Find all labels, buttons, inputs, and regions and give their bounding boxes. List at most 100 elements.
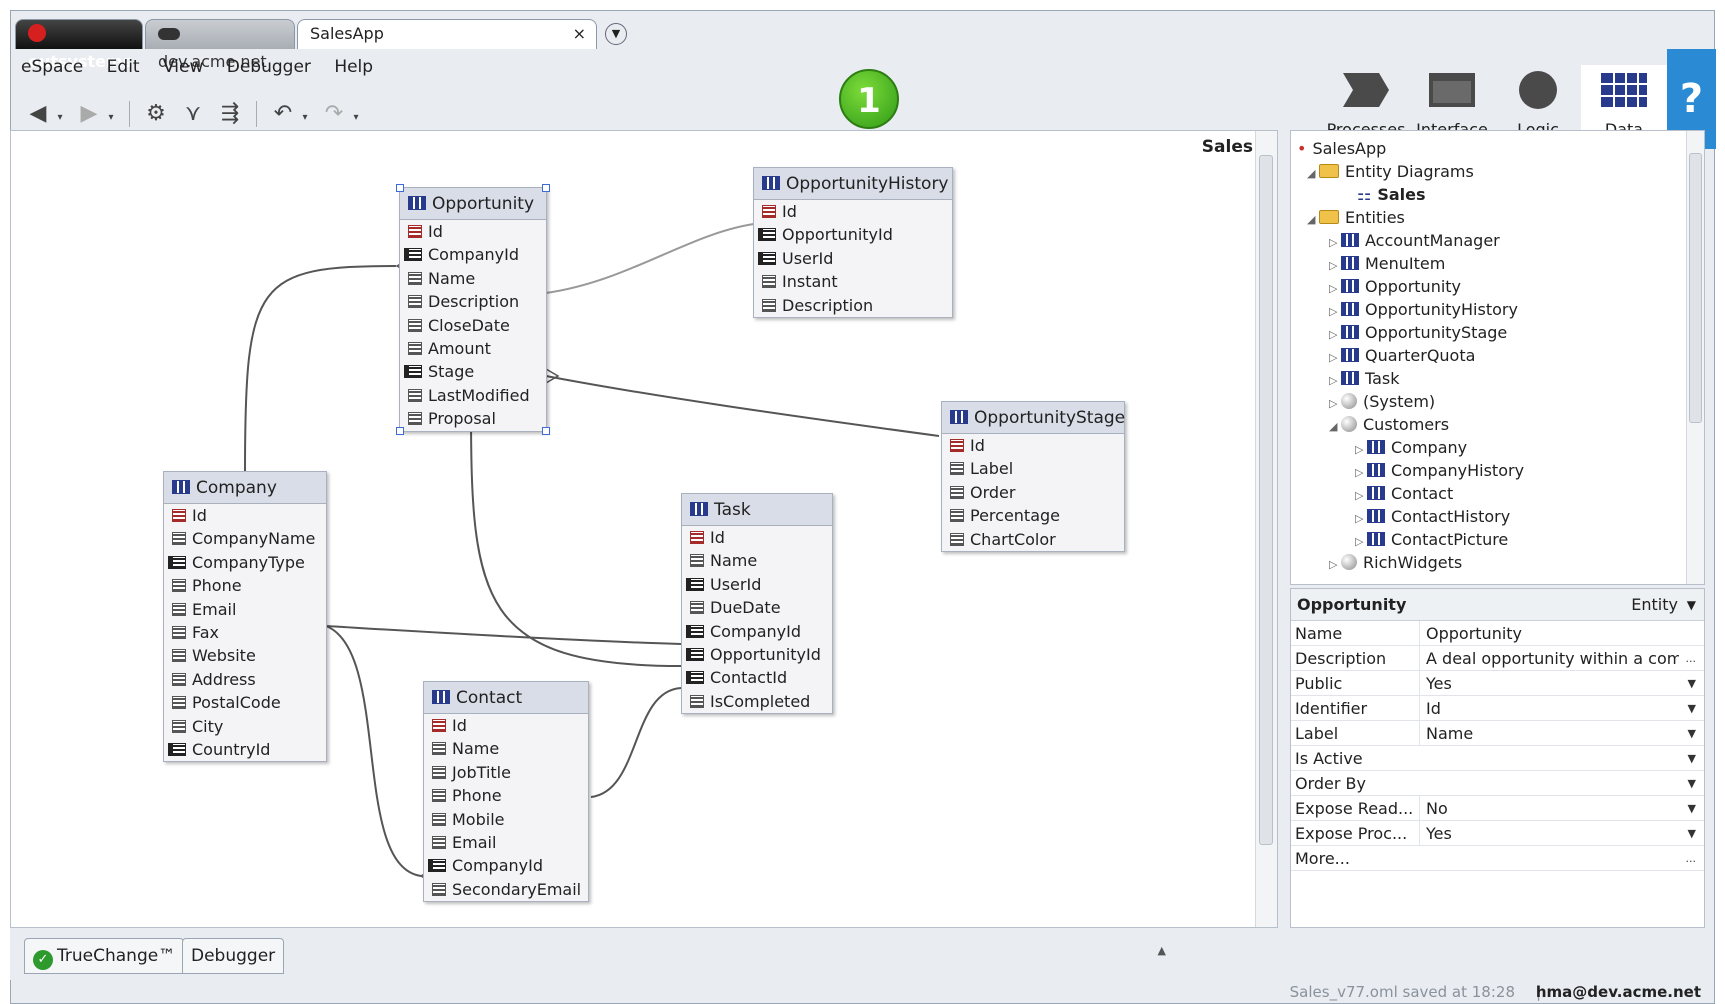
publish-badge[interactable]: 1 (839, 69, 899, 129)
property-row[interactable]: More...... (1291, 846, 1704, 871)
tab-salesapp[interactable]: SalesApp × (297, 19, 597, 49)
entity-company[interactable]: Company Id CompanyName CompanyType Phone… (163, 471, 327, 763)
attribute[interactable]: CompanyId (424, 854, 588, 877)
menu-espace[interactable]: eSpace (21, 57, 83, 77)
attribute[interactable]: Id (164, 504, 326, 527)
selection-handle[interactable] (542, 184, 550, 192)
tree-item-richwidgets[interactable]: ▷ RichWidgets (1329, 553, 1462, 572)
attribute[interactable]: Order (942, 481, 1124, 504)
ellipsis-icon[interactable]: ... (1686, 846, 1697, 871)
collapsed-arrow-icon[interactable]: ▷ (1355, 489, 1367, 502)
undo-dropdown-icon[interactable]: ▾ (298, 103, 312, 133)
entity-diagram-canvas[interactable]: Sales Opportunity Id CompanyId Name Desc… (10, 130, 1278, 928)
elements-tree[interactable]: • SalesApp ◢ Entity Diagrams ⚏ Sales ◢ Entit… (1290, 130, 1705, 585)
attribute[interactable]: CompanyName (164, 527, 326, 550)
attribute[interactable]: Name (424, 737, 588, 760)
back-dropdown-icon[interactable]: ▾ (53, 103, 67, 133)
menu-edit[interactable]: Edit (107, 57, 140, 77)
attribute[interactable]: CompanyId (682, 620, 832, 643)
attribute[interactable]: Proposal (400, 407, 546, 430)
collapsed-arrow-icon[interactable]: ▷ (1329, 351, 1341, 364)
collapsed-arrow-icon[interactable]: ▷ (1329, 282, 1341, 295)
property-row[interactable]: Expose Proc... Yes ▼ (1291, 821, 1704, 846)
property-row[interactable]: Description A deal opportunity within a c… (1291, 646, 1704, 671)
gear-icon[interactable]: ⚙ (141, 99, 171, 129)
tree-item-entity[interactable]: ▷ OpportunityHistory (1329, 300, 1518, 319)
attribute[interactable]: Stage (400, 360, 546, 383)
chevron-down-icon[interactable]: ▼ (1688, 796, 1696, 821)
attribute[interactable]: ChartColor (942, 528, 1124, 551)
tree-item-entity-diagrams[interactable]: ◢ Entity Diagrams (1307, 162, 1474, 181)
tab-outsystems[interactable]: outsystems (15, 19, 143, 71)
collapsed-arrow-icon[interactable]: ▷ (1329, 236, 1341, 249)
compare-merge-icon[interactable]: ⋎ (178, 99, 208, 129)
attribute[interactable]: Percentage (942, 504, 1124, 527)
publish-icon[interactable]: ⇶ (215, 99, 245, 129)
attribute[interactable]: Description (400, 290, 546, 313)
attribute[interactable]: PostalCode (164, 691, 326, 714)
chevron-down-icon[interactable]: ▼ (1688, 696, 1696, 721)
attribute[interactable]: Description (754, 294, 952, 317)
forward-icon[interactable]: ▶ (74, 99, 104, 129)
attribute[interactable]: Phone (164, 574, 326, 597)
tab-debugger[interactable]: Debugger (182, 938, 285, 974)
tree-item-entity[interactable]: ▷ OpportunityStage (1329, 323, 1507, 342)
collapsed-arrow-icon[interactable]: ▷ (1355, 466, 1367, 479)
forward-dropdown-icon[interactable]: ▾ (104, 103, 118, 133)
property-row[interactable]: Identifier Id ▼ (1291, 696, 1704, 721)
attribute[interactable]: Label (942, 457, 1124, 480)
tree-item-salesapp[interactable]: • SalesApp (1297, 139, 1386, 158)
attribute[interactable]: Mobile (424, 808, 588, 831)
attribute[interactable]: OpportunityId (754, 223, 952, 246)
selection-handle[interactable] (396, 426, 404, 435)
attribute[interactable]: JobTitle (424, 761, 588, 784)
back-icon[interactable]: ◀ (23, 99, 53, 129)
ellipsis-icon[interactable]: ... (1686, 646, 1697, 671)
expanded-arrow-icon[interactable]: ◢ (1307, 213, 1319, 226)
attribute[interactable]: DueDate (682, 596, 832, 619)
attribute[interactable]: Phone (424, 784, 588, 807)
chevron-down-icon[interactable]: ▼ (1687, 589, 1696, 621)
tree-item-entity[interactable]: ▷ MenuItem (1329, 254, 1445, 273)
entity-task[interactable]: Task Id Name UserId DueDate CompanyId Op… (681, 493, 833, 715)
tree-item-entity[interactable]: ▷ ContactHistory (1355, 507, 1510, 526)
attribute[interactable]: CompanyId (400, 243, 546, 266)
attribute[interactable]: Email (164, 598, 326, 621)
property-row[interactable]: Order By ▼ (1291, 771, 1704, 796)
property-row[interactable]: Name Opportunity (1291, 621, 1704, 646)
selection-handle[interactable] (542, 426, 550, 435)
tree-item-entity[interactable]: ▷ Contact (1355, 484, 1453, 503)
attribute[interactable]: Website (164, 644, 326, 667)
attribute[interactable]: SecondaryEmail (424, 878, 588, 901)
expanded-arrow-icon[interactable]: ◢ (1329, 420, 1341, 433)
attribute[interactable]: Id (424, 714, 588, 737)
property-row[interactable]: Is Active ▼ (1291, 746, 1704, 771)
tree-item-entity[interactable]: ▷ QuarterQuota (1329, 346, 1475, 365)
attribute[interactable]: OpportunityId (682, 643, 832, 666)
collapsed-arrow-icon[interactable]: ▷ (1355, 443, 1367, 456)
attribute[interactable]: Id (942, 434, 1124, 457)
attribute[interactable]: Id (754, 200, 952, 223)
close-tab-icon[interactable]: × (573, 20, 586, 48)
attribute[interactable]: CloseDate (400, 314, 546, 337)
entity-opportunity[interactable]: Opportunity Id CompanyId Name Descriptio… (396, 184, 550, 435)
collapsed-arrow-icon[interactable]: ▷ (1355, 535, 1367, 548)
attribute[interactable]: Name (400, 267, 546, 290)
attribute[interactable]: Amount (400, 337, 546, 360)
chevron-down-icon[interactable]: ▼ (1688, 821, 1696, 846)
expanded-arrow-icon[interactable]: ◢ (1307, 167, 1319, 180)
tree-item-diagram-sales[interactable]: ⚏ Sales (1357, 185, 1426, 204)
redo-icon[interactable]: ↷ (319, 99, 349, 129)
attribute[interactable]: IsCompleted (682, 690, 832, 713)
current-user[interactable]: hma@dev.acme.net (1536, 983, 1701, 1001)
selection-handle[interactable] (396, 184, 404, 192)
scrollbar-thumb[interactable] (1259, 155, 1273, 845)
tree-item-entity[interactable]: ▷ Task (1329, 369, 1400, 388)
collapsed-arrow-icon[interactable]: ▷ (1329, 305, 1341, 318)
attribute[interactable]: LastModified (400, 384, 546, 407)
scrollbar-thumb[interactable] (1689, 153, 1702, 423)
chevron-down-icon[interactable]: ▼ (1688, 746, 1696, 771)
property-row[interactable]: Label Name ▼ (1291, 721, 1704, 746)
entity-opportunity-history[interactable]: OpportunityHistory Id OpportunityId User… (753, 167, 953, 318)
attribute[interactable]: CompanyType (164, 551, 326, 574)
